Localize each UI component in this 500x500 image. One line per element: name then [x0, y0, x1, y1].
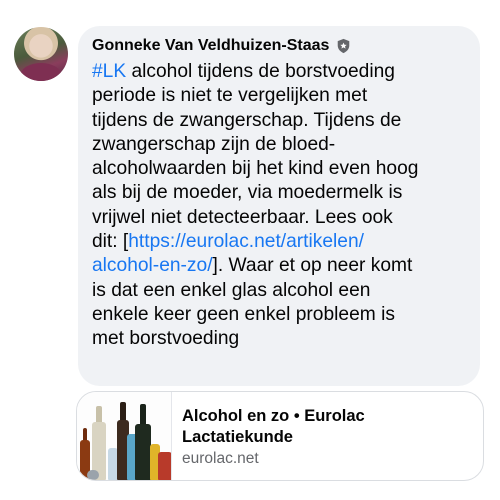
- author-row: Gonneke Van Veldhuizen-Staas: [92, 36, 351, 56]
- author-avatar[interactable]: [14, 27, 68, 81]
- message-line: tijdens de zwangerschap. Tijdens de: [92, 109, 402, 131]
- message-line: als bij de moeder, via moedermelk is: [92, 182, 403, 204]
- shield-icon: [338, 38, 350, 54]
- message-line: is dat een enkel glas alcohol een: [92, 279, 371, 301]
- avatar-shoulders: [20, 63, 62, 81]
- author-name[interactable]: Gonneke Van Veldhuizen-Staas: [92, 37, 329, 55]
- link-preview-card[interactable]: Alcohol en zo • Eurolac Lactatiekunde eu…: [76, 391, 484, 481]
- message-line: met borstvoeding: [92, 328, 240, 350]
- message-line: #LK alcohol tijdens de borstvoeding: [92, 60, 472, 84]
- message-text: ]. Waar et op neer komt: [212, 255, 413, 277]
- message-line: alcohol-en-zo/]. Waar et op neer komt: [92, 254, 472, 278]
- comment-text: #LK alcohol tijdens de borstvoeding peri…: [92, 60, 472, 352]
- bottles-image: [77, 392, 172, 480]
- article-link[interactable]: https://eurolac.net/artikelen/: [128, 231, 364, 252]
- message-line: periode is niet te vergelijken met: [92, 85, 368, 107]
- link-preview-domain: eurolac.net: [182, 450, 259, 467]
- message-line: enkele keer geen enkel probleem is: [92, 303, 395, 325]
- article-link-continued[interactable]: alcohol-en-zo/: [92, 255, 213, 276]
- message-text: dit: [: [92, 231, 129, 253]
- hashtag-link[interactable]: #LK: [92, 61, 126, 82]
- message-line: dit: [https://eurolac.net/artikelen/: [92, 230, 472, 254]
- message-line: zwangerschap zijn de bloed-: [92, 133, 336, 155]
- link-preview-title[interactable]: Alcohol en zo • Eurolac Lactatiekunde: [182, 406, 472, 448]
- message-text: alcohol tijdens de borstvoeding: [126, 61, 395, 82]
- message-line: vrijwel niet detecteerbaar. Lees ook: [92, 206, 393, 228]
- message-line: alcoholwaarden bij het kind even hoog: [92, 158, 419, 180]
